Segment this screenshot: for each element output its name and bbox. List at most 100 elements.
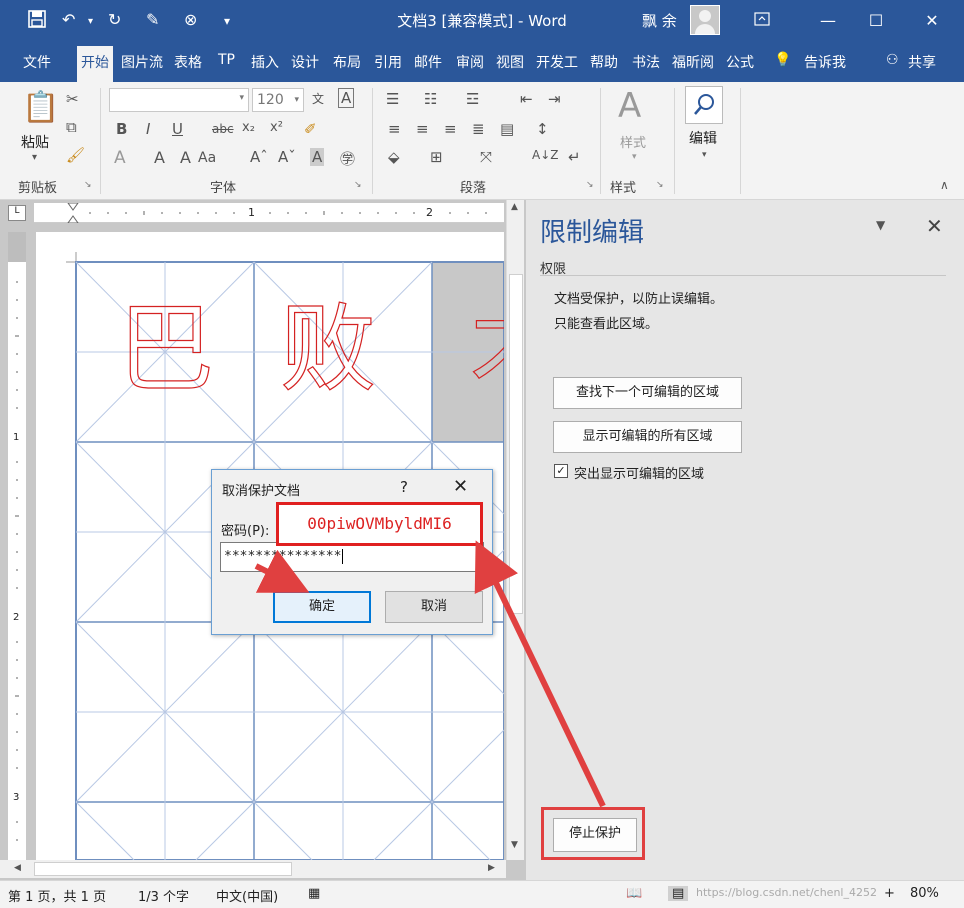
paste-icon[interactable]: 📋 — [22, 90, 59, 125]
avatar[interactable] — [690, 5, 720, 35]
styles-icon[interactable]: A — [618, 86, 641, 126]
scroll-up-icon[interactable]: ▲ — [511, 202, 518, 212]
show-marks-icon[interactable]: ↵ — [568, 148, 581, 166]
scroll-thumb[interactable] — [509, 274, 523, 614]
user-name[interactable]: 飘 余 — [642, 10, 677, 31]
sort-icon[interactable]: A↓Z — [532, 148, 558, 162]
zoom-level[interactable]: 80% — [910, 886, 939, 901]
highlight-regions-checkbox[interactable]: ✓ — [554, 464, 568, 478]
find-next-region-button[interactable]: 查找下一个可编辑的区域 — [553, 377, 742, 409]
tab-view[interactable]: 视图 — [496, 52, 524, 72]
superscript-icon[interactable]: x² — [270, 120, 283, 135]
shrink-font-icon[interactable]: Aˇ — [278, 148, 296, 166]
grow-font-icon[interactable]: Aˆ — [250, 148, 268, 166]
horizontal-scrollbar[interactable]: ◀ ▶ — [0, 860, 506, 878]
character-shading-icon[interactable]: A — [310, 148, 325, 166]
tab-file[interactable]: 文件 — [23, 52, 51, 72]
copy-icon[interactable]: ⧉ — [66, 118, 77, 136]
tab-references[interactable]: 引用 — [374, 52, 402, 72]
borders-icon[interactable]: ⊞ — [430, 148, 443, 166]
scroll-right-icon[interactable]: ▶ — [488, 863, 495, 873]
distributed-icon[interactable]: ▤ — [500, 120, 514, 138]
tab-foxit[interactable]: 福昕阅 — [672, 52, 714, 72]
increase-indent-icon[interactable]: ⇥ — [548, 90, 561, 108]
language-indicator[interactable]: 中文(中国) — [216, 886, 278, 905]
find-icon[interactable] — [685, 86, 723, 124]
strikethrough-icon[interactable]: abc — [212, 122, 234, 136]
shading-icon[interactable]: ⬙ — [388, 148, 400, 166]
highlight-icon[interactable]: A — [154, 148, 165, 167]
paste-button[interactable]: 粘贴 — [21, 132, 49, 152]
styles-button[interactable]: 样式 — [620, 132, 646, 151]
macro-record-icon[interactable]: ▦ — [308, 886, 320, 901]
tab-review[interactable]: 审阅 — [456, 52, 484, 72]
share-icon[interactable]: ⚇ — [886, 52, 899, 68]
chinese-layout-icon[interactable]: ⤧ — [480, 148, 492, 166]
tell-me-input[interactable]: 告诉我 — [804, 52, 846, 72]
tab-help[interactable]: 帮助 — [590, 52, 618, 72]
enclose-characters-icon[interactable]: ㊫ — [340, 148, 355, 169]
editing-dropdown-icon[interactable]: ▾ — [702, 150, 707, 160]
decrease-indent-icon[interactable]: ⇤ — [520, 90, 533, 108]
format-painter-icon[interactable]: 🖌 — [66, 146, 85, 164]
font-size-input[interactable]: 120 ▾ — [252, 88, 304, 112]
scroll-left-icon[interactable]: ◀ — [14, 863, 21, 873]
styles-dropdown-icon[interactable]: ▾ — [632, 152, 637, 162]
close-icon[interactable]: ✕ — [912, 6, 952, 36]
underline-icon[interactable]: U — [172, 120, 183, 138]
lightbulb-icon[interactable]: 💡 — [774, 52, 791, 68]
scroll-down-icon[interactable]: ▼ — [511, 840, 518, 850]
paragraph-launcher-icon[interactable]: ↘ — [586, 180, 594, 190]
tab-tp[interactable]: TP — [218, 52, 235, 68]
pane-close-icon[interactable]: ✕ — [926, 214, 943, 238]
tab-mailings[interactable]: 邮件 — [414, 52, 442, 72]
tab-calligraphy[interactable]: 书法 — [632, 52, 660, 72]
change-case-icon[interactable]: Aa — [198, 150, 216, 166]
clear-formatting-icon[interactable]: ✐ — [304, 120, 317, 138]
editing-button[interactable]: 编辑 — [689, 128, 717, 148]
tab-developer[interactable]: 开发工 — [536, 52, 578, 72]
ok-button[interactable]: 确定 — [273, 591, 371, 623]
page-count[interactable]: 第 1 页，共 1 页 — [8, 886, 106, 905]
align-center-icon[interactable]: ≡ — [416, 120, 429, 138]
help-icon[interactable]: ? — [400, 478, 408, 496]
word-count[interactable]: 1/3 个字 — [138, 886, 189, 905]
align-right-icon[interactable]: ≡ — [444, 120, 457, 138]
password-input[interactable]: *************** — [220, 542, 484, 572]
hscroll-thumb[interactable] — [34, 862, 292, 876]
clipboard-launcher-icon[interactable]: ↘ — [84, 180, 92, 190]
cut-icon[interactable]: ✂ — [66, 90, 79, 108]
cancel-button[interactable]: 取消 — [385, 591, 483, 623]
zoom-in-icon[interactable]: + — [884, 886, 895, 901]
align-left-icon[interactable]: ≡ — [388, 120, 401, 138]
tab-home[interactable]: 开始 — [77, 46, 113, 82]
subscript-icon[interactable]: x₂ — [242, 120, 255, 135]
tab-design[interactable]: 设计 — [291, 52, 319, 72]
font-name-input[interactable]: ▾ — [109, 88, 249, 112]
tab-table[interactable]: 表格 — [174, 52, 202, 72]
numbering-icon[interactable]: ☷ — [424, 90, 437, 108]
read-mode-icon[interactable]: 📖 — [626, 886, 642, 901]
tab-insert[interactable]: 插入 — [251, 52, 279, 72]
paste-dropdown-icon[interactable]: ▾ — [32, 152, 37, 163]
vertical-scrollbar[interactable]: ▲ ▼ — [506, 200, 524, 860]
tab-equation[interactable]: 公式 — [726, 52, 754, 72]
dialog-close-icon[interactable]: ✕ — [453, 476, 468, 497]
pane-options-icon[interactable]: ▼ — [876, 218, 885, 232]
print-layout-icon[interactable]: ▤ — [668, 886, 689, 901]
minimize-icon[interactable]: — — [808, 6, 848, 36]
tab-selector-icon[interactable]: L — [8, 205, 26, 221]
ribbon-display-icon[interactable] — [742, 6, 782, 36]
font-color-icon[interactable]: A — [180, 148, 191, 167]
font-launcher-icon[interactable]: ↘ — [354, 180, 362, 190]
horizontal-ruler[interactable]: 1 2 — [34, 202, 504, 224]
maximize-icon[interactable]: ☐ — [856, 6, 896, 36]
show-all-regions-button[interactable]: 显示可编辑的所有区域 — [553, 421, 742, 453]
phonetic-guide-icon[interactable]: 文 — [312, 90, 324, 107]
collapse-ribbon-icon[interactable]: ∧ — [940, 178, 949, 192]
bullets-icon[interactable]: ☰ — [386, 90, 399, 108]
justify-icon[interactable]: ≣ — [472, 120, 485, 138]
tab-layout[interactable]: 布局 — [333, 52, 361, 72]
italic-icon[interactable]: I — [146, 120, 150, 138]
text-effects-icon[interactable]: A — [114, 148, 126, 168]
